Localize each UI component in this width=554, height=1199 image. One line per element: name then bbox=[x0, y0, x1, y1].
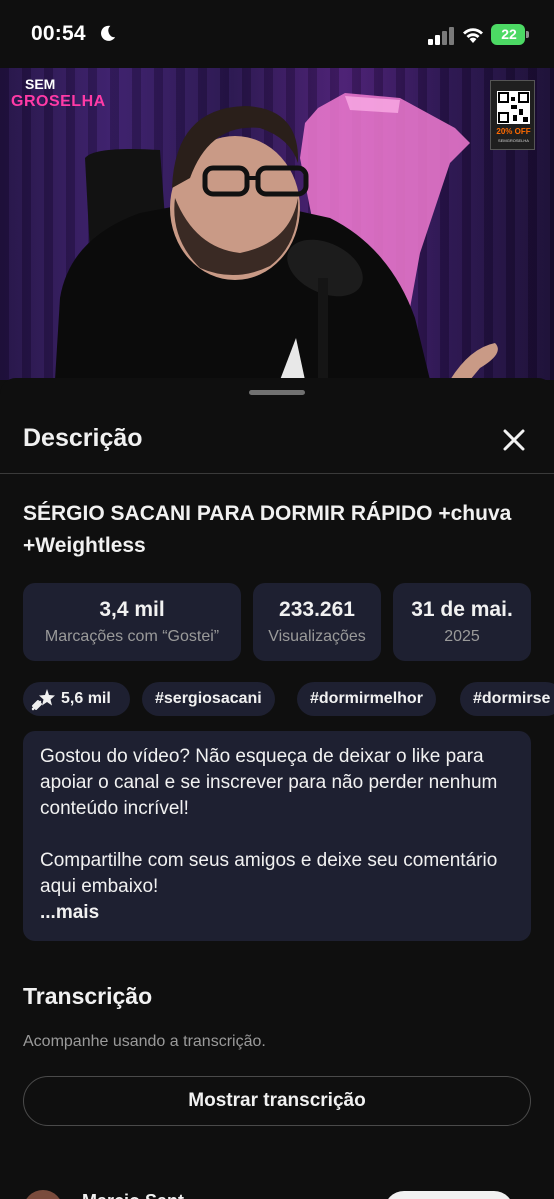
promo-discount: 20% OFF bbox=[496, 127, 531, 136]
battery-level: 22 bbox=[491, 24, 525, 45]
transcript-subtitle: Acompanhe usando a transcrição. bbox=[23, 1033, 266, 1050]
more-link[interactable]: ...mais bbox=[40, 900, 514, 926]
battery-indicator: 22 bbox=[491, 24, 529, 45]
views-stat: 233.261 Visualizações bbox=[253, 583, 381, 661]
description-paragraph: Gostou do vídeo? Não esqueça de deixar o… bbox=[40, 746, 498, 819]
video-title: SÉRGIO SACANI PARA DORMIR RÁPIDO +chuva … bbox=[23, 502, 512, 557]
promo-qr-card: 20% OFF SEMGROSELHA bbox=[490, 80, 535, 150]
publish-year: 2025 bbox=[444, 628, 480, 645]
hashtag-chips: 5,6 mil #sergiosacani #dormirmelhor #dor… bbox=[23, 682, 554, 716]
views-label: Visualizações bbox=[268, 628, 366, 645]
likes-label: Marcações com “Gostei” bbox=[44, 628, 220, 645]
channel-name[interactable]: Marcio Sant bbox=[82, 1191, 184, 1199]
qr-code-icon bbox=[497, 91, 530, 124]
close-icon[interactable] bbox=[498, 424, 530, 456]
description-sheet: Descrição SÉRGIO SACANI PARA DORMIR RÁPI… bbox=[0, 378, 554, 1199]
channel-logo-top: SEM bbox=[25, 76, 56, 92]
wifi-icon bbox=[463, 28, 483, 43]
signal-icon bbox=[428, 27, 454, 45]
hashtag-chip[interactable]: #dormirse bbox=[460, 682, 554, 716]
status-bar: 00:54 22 bbox=[0, 0, 554, 68]
thanks-count: 5,6 mil bbox=[61, 690, 111, 707]
show-transcript-button[interactable]: Mostrar transcrição bbox=[23, 1076, 531, 1126]
status-time: 00:54 bbox=[31, 22, 86, 45]
hashtag-chip[interactable]: #sergiosacani bbox=[142, 682, 275, 716]
moon-icon bbox=[101, 25, 116, 41]
transcript-title: Transcrição bbox=[23, 983, 153, 1009]
sparkle-icon bbox=[31, 689, 55, 711]
date-stat: 31 de mai. 2025 bbox=[393, 583, 531, 661]
divider bbox=[0, 473, 554, 474]
description-box[interactable]: Gostou do vídeo? Não esqueça de deixar o… bbox=[23, 731, 531, 941]
likes-count: 3,4 mil bbox=[99, 598, 165, 621]
subscribe-button[interactable] bbox=[384, 1191, 514, 1199]
hashtag-chip[interactable]: #dormirmelhor bbox=[297, 682, 436, 716]
video-player[interactable]: SEM GROSELHA 20% OFF SEMGROSELHA bbox=[0, 68, 554, 380]
likes-stat: 3,4 mil Marcações com “Gostei” bbox=[23, 583, 241, 661]
avatar[interactable] bbox=[23, 1190, 63, 1199]
channel-logo-bottom: GROSELHA bbox=[11, 93, 106, 110]
description-paragraph: Compartilhe com seus amigos e deixe seu … bbox=[40, 850, 498, 897]
views-count: 233.261 bbox=[279, 598, 355, 621]
promo-code: SEMGROSELHA bbox=[498, 138, 529, 143]
channel-logo: SEM GROSELHA bbox=[11, 74, 105, 114]
video-thumbnail-image bbox=[55, 93, 498, 380]
sheet-title: Descrição bbox=[23, 424, 143, 452]
thanks-chip[interactable]: 5,6 mil bbox=[23, 682, 130, 716]
drag-handle[interactable] bbox=[249, 390, 305, 395]
publish-date: 31 de mai. bbox=[411, 598, 513, 621]
